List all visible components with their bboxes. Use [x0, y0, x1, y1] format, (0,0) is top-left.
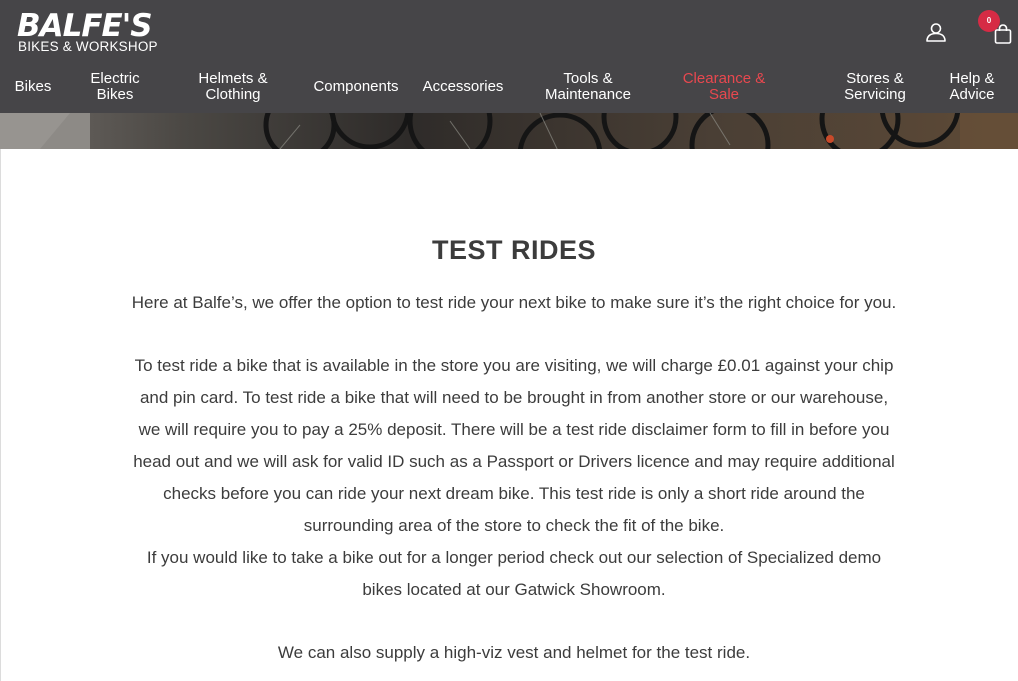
nav-help-advice[interactable]: Help & Advice: [940, 66, 1004, 108]
logo-wordmark: BALFE'S: [17, 8, 153, 44]
page-title: TEST RIDES: [431, 235, 597, 265]
body-line: surrounding area of the store to check t…: [303, 516, 725, 535]
nav-accessories[interactable]: Accessories: [418, 66, 508, 108]
body-line: and pin card. To test ride a bike that w…: [139, 388, 889, 407]
main-navigation: Bikes Electric Bikes Helmets & Clothing …: [0, 66, 1018, 108]
nav-stores-servicing[interactable]: Stores & Servicing: [830, 66, 920, 108]
intro-text: Here at Balfe’s, we offer the option to …: [131, 293, 897, 312]
logo-tagline: BIKES & WORKSHOP: [18, 39, 158, 54]
site-logo[interactable]: BALFE'S BIKES & WORKSHOP: [17, 8, 158, 56]
nav-components[interactable]: Components: [308, 66, 404, 108]
site-header: BALFE'S BIKES & WORKSHOP 0 Bikes Electri…: [0, 0, 1018, 113]
nav-tools-maintenance[interactable]: Tools & Maintenance: [538, 66, 638, 108]
body-line: To test ride a bike that is available in…: [134, 356, 894, 375]
body-line: checks before you can ride your next dre…: [163, 484, 865, 503]
cart-button[interactable]: 0: [978, 10, 1012, 44]
closing-paragraph: We can also supply a high-viz vest and h…: [0, 637, 1018, 669]
hero-banner-image: [0, 113, 1018, 149]
body-line: head out and we will ask for valid ID su…: [133, 452, 895, 471]
body-line: If you would like to take a bike out for…: [146, 548, 882, 567]
account-icon[interactable]: [925, 22, 947, 42]
nav-electric-bikes[interactable]: Electric Bikes: [78, 66, 152, 108]
body-line: bikes located at our Gatwick Showroom.: [362, 580, 666, 599]
body-paragraph: To test ride a bike that is available in…: [0, 350, 1018, 606]
nav-bikes[interactable]: Bikes: [6, 66, 60, 108]
body-line: we will require you to pay a 25% deposit…: [138, 420, 890, 439]
shopping-bag-icon: [994, 24, 1012, 44]
intro-paragraph: Here at Balfe’s, we offer the option to …: [0, 287, 1018, 319]
nav-helmets-clothing[interactable]: Helmets & Clothing: [184, 66, 282, 108]
nav-clearance-sale[interactable]: Clearance & Sale: [674, 66, 774, 108]
closing-text: We can also supply a high-viz vest and h…: [277, 643, 751, 662]
